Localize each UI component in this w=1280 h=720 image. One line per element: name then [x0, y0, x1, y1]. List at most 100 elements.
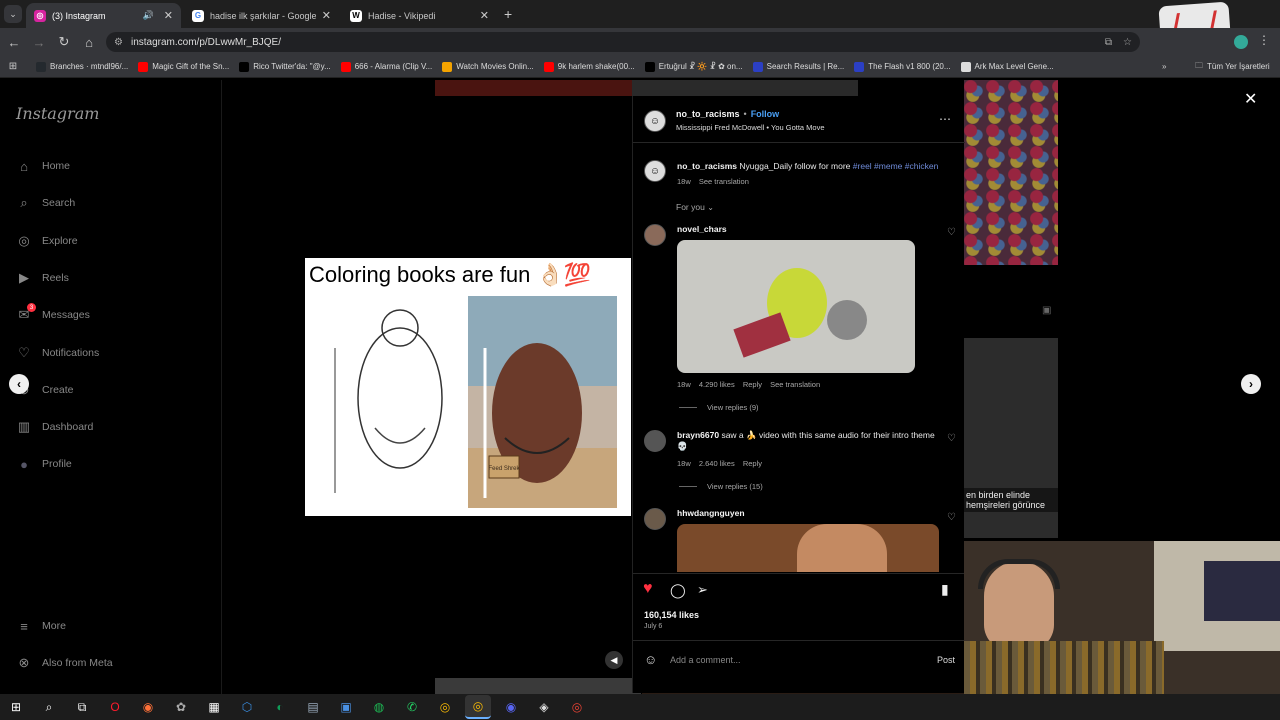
store-icon[interactable]: ▦ — [201, 695, 227, 719]
see-translation-link[interactable]: See translation — [770, 380, 820, 389]
commenter-avatar[interactable] — [644, 430, 666, 452]
app-icon[interactable]: ◈ — [531, 695, 557, 719]
search-icon[interactable]: ⌕ — [36, 695, 62, 719]
tab-instagram[interactable]: ◎ (3) Instagram 🔊 ✕ — [26, 3, 181, 28]
bookmark-item[interactable]: Search Results | Re... — [752, 61, 844, 72]
speaker-icon[interactable]: 🔊 — [143, 10, 154, 21]
sidebar-item-dashboard[interactable]: ▥ Dashboard — [16, 419, 94, 435]
bookmark-icon[interactable]: ▮ — [941, 581, 949, 598]
install-icon[interactable]: ⧉ — [1105, 37, 1112, 48]
app-icon[interactable]: ▣ — [333, 695, 359, 719]
chrome-icon[interactable]: ◎ — [564, 695, 590, 719]
tab-wikipedia[interactable]: W Hadise - Vikipedi ✕ — [342, 3, 497, 28]
view-replies[interactable]: View replies (9) — [679, 403, 759, 412]
comment-username[interactable]: novel_chars — [677, 224, 727, 234]
star-icon[interactable]: ☆ — [1123, 37, 1132, 48]
comment-icon[interactable]: ◯ — [670, 582, 686, 599]
bookmark-item[interactable]: 9k harlem shake(00... — [543, 61, 635, 72]
sidebar-item-home[interactable]: ⌂ Home — [16, 158, 70, 174]
chrome-icon[interactable]: ◎ — [465, 695, 491, 719]
bookmark-item[interactable]: Watch Movies Onlin... — [442, 61, 534, 72]
sidebar-item-search[interactable]: ⌕ Search — [16, 195, 75, 211]
bookmark-item[interactable]: Branches · mtndl96/... — [36, 61, 128, 72]
comment-likes[interactable]: 2.640 likes — [699, 459, 735, 468]
firefox-icon[interactable]: ◉ — [135, 695, 161, 719]
forward-icon[interactable]: → — [28, 31, 50, 53]
share-icon[interactable]: ➢ — [697, 582, 708, 598]
post-image[interactable]: Coloring books are fun 👌🏻💯 Feed Shrek — [305, 258, 631, 516]
audio-track[interactable]: Mississippi Fred McDowell • You Gotta Mo… — [676, 123, 825, 132]
caption-hashtags[interactable]: #reel #meme #chicken — [853, 161, 939, 171]
close-tab-icon[interactable]: ✕ — [322, 9, 331, 22]
close-tab-icon[interactable]: ✕ — [480, 9, 489, 22]
task-view-icon[interactable]: ⧉ — [69, 695, 95, 719]
comment-input[interactable]: Add a comment... — [670, 655, 741, 665]
liked-heart-icon[interactable]: ♥ — [643, 580, 653, 598]
like-comment-icon[interactable]: ♡ — [947, 227, 956, 238]
opera-icon[interactable]: O — [102, 695, 128, 719]
edge-icon[interactable]: ◐ — [267, 695, 293, 719]
sidebar-item-more[interactable]: ≡ More — [16, 618, 66, 634]
comment-likes[interactable]: 4.290 likes — [699, 380, 735, 389]
see-translation-link[interactable]: See translation — [699, 177, 749, 186]
new-tab-icon[interactable]: + — [504, 6, 512, 22]
commenter-avatar[interactable] — [644, 224, 666, 246]
comment-filter[interactable]: For you ⌄ — [676, 202, 714, 212]
discord-icon[interactable]: ◉ — [498, 695, 524, 719]
more-options-icon[interactable]: ⋯ — [939, 112, 951, 126]
whatsapp-icon[interactable]: ✆ — [399, 695, 425, 719]
close-tab-icon[interactable]: ✕ — [164, 9, 173, 22]
all-bookmarks[interactable]: 🗀 Tüm Yer İşaretleri — [1195, 60, 1270, 74]
comment-username[interactable]: brayn6670 — [677, 430, 719, 440]
like-comment-icon[interactable]: ♡ — [947, 512, 956, 523]
view-replies[interactable]: View replies (15) — [679, 482, 763, 491]
tab-google[interactable]: G hadise ilk şarkılar - Google'da A ✕ — [184, 3, 339, 28]
comment-username[interactable]: hhwdangnguyen — [677, 508, 745, 518]
author-username[interactable]: no_to_racisms — [676, 109, 740, 119]
follow-button[interactable]: Follow — [751, 109, 780, 119]
address-bar[interactable]: ⚙ instagram.com/p/DLwwMr_BJQE/ ⧉ ☆ — [106, 32, 1140, 52]
tab-search-button[interactable]: ⌄ — [4, 5, 22, 23]
previous-post-button[interactable]: ‹ — [9, 374, 29, 394]
profile-avatar[interactable] — [1234, 35, 1248, 49]
like-comment-icon[interactable]: ♡ — [947, 433, 956, 444]
sidebar-item-messages[interactable]: ✉ 3 Messages — [16, 303, 90, 323]
app-icon[interactable]: ⬡ — [234, 695, 260, 719]
bookmark-item[interactable]: Ertuğrul ☧ 🔆 ☧ ✿ on... — [644, 61, 743, 72]
likes-count[interactable]: 160,154 likes — [644, 610, 699, 620]
more-bookmarks-icon[interactable]: » — [1162, 62, 1166, 71]
reload-icon[interactable]: ↻ — [53, 31, 75, 53]
app-icon[interactable]: ▤ — [300, 695, 326, 719]
sidebar-item-reels[interactable]: ▶ Reels — [16, 270, 69, 286]
author-avatar[interactable]: ☺ — [644, 110, 666, 132]
comment-gif[interactable] — [677, 524, 939, 572]
app-icon[interactable]: ✿ — [168, 695, 194, 719]
menu-icon[interactable]: ⋮ — [1258, 33, 1270, 47]
reply-link[interactable]: Reply — [743, 380, 762, 389]
bookmark-item[interactable]: Ark Max Level Gene... — [960, 61, 1054, 72]
sidebar-item-meta[interactable]: ⊗ Also from Meta — [16, 655, 113, 671]
sidebar-item-profile[interactable]: ● Profile — [16, 456, 72, 472]
apps-icon[interactable]: ⊞ — [0, 61, 26, 72]
post-comment-button[interactable]: Post — [937, 655, 955, 665]
sidebar-item-notifications[interactable]: ♡ Notifications — [16, 345, 99, 361]
next-post-button[interactable]: › — [1241, 374, 1261, 394]
close-modal-icon[interactable]: ✕ — [1244, 89, 1257, 109]
caption-author[interactable]: no_to_racisms — [677, 161, 737, 171]
bookmark-item[interactable]: 666 - Alarma (Clip V... — [340, 61, 432, 72]
commenter-avatar[interactable] — [644, 508, 666, 530]
comment-gif[interactable] — [677, 240, 915, 373]
windows-start-icon[interactable]: ⊞ — [3, 695, 29, 719]
spotify-icon[interactable]: ◍ — [366, 695, 392, 719]
bookmark-item[interactable]: Magic Gift of the Sn... — [138, 61, 229, 72]
sidebar-item-explore[interactable]: ◎ Explore — [16, 233, 77, 249]
bookmark-item[interactable]: The Flash v1 800 (20... — [854, 61, 951, 72]
reply-link[interactable]: Reply — [743, 459, 762, 468]
site-info-icon[interactable]: ⚙ — [114, 37, 123, 48]
instagram-logo[interactable]: Instagram — [16, 104, 99, 123]
author-avatar[interactable]: ☺ — [644, 160, 666, 182]
back-icon[interactable]: ← — [3, 31, 25, 53]
bookmark-item[interactable]: Rico Twitter'da: "@y... — [239, 61, 331, 72]
home-icon[interactable]: ⌂ — [78, 31, 100, 53]
chrome-icon[interactable]: ◎ — [432, 695, 458, 719]
